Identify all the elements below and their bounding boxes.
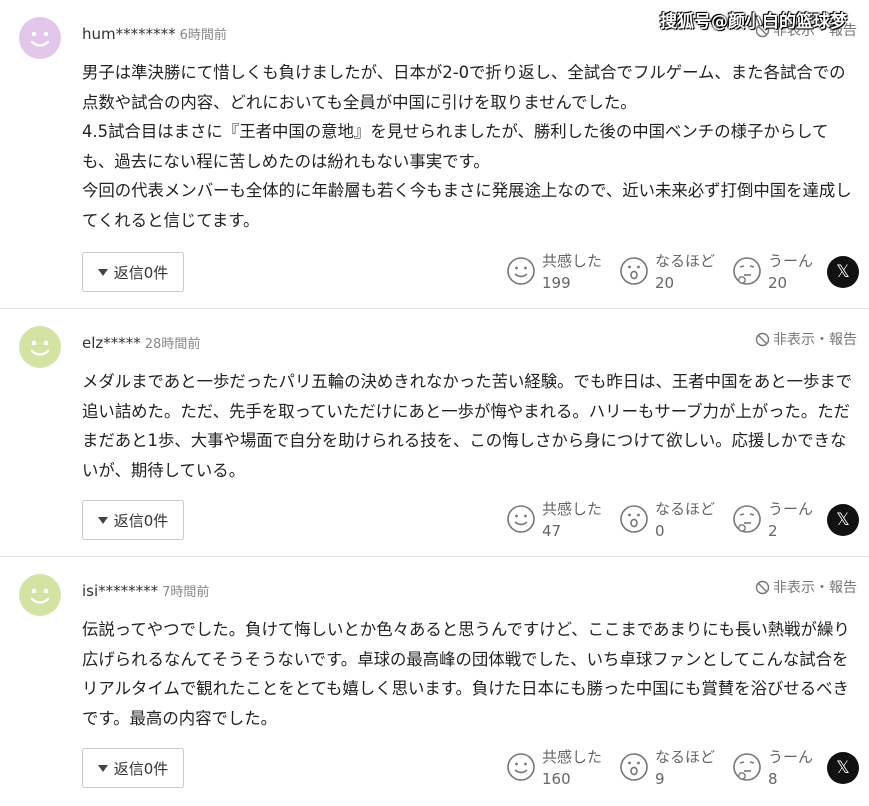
thinking-face-icon	[733, 257, 761, 285]
comment-time: 7時間前	[162, 585, 210, 600]
reaction-count: 0	[655, 522, 665, 540]
comment-user[interactable]: isi******** 7時間前	[82, 581, 209, 600]
reaction-insightful[interactable]: なるほど 9	[619, 746, 715, 790]
hide-report-link[interactable]: 非表示・報告	[755, 329, 857, 349]
reply-label: 返信0件	[113, 511, 169, 530]
comment-user[interactable]: hum******** 6時間前	[82, 24, 227, 43]
watermark: 搜狐号@颜小白的篮球梦	[660, 12, 847, 32]
reaction-label: 共感した	[542, 252, 603, 270]
reaction-empathy[interactable]: 共感した 160	[506, 746, 602, 790]
smile-face-icon	[507, 753, 535, 781]
triangle-down-icon	[97, 516, 108, 524]
reaction-label: 共感した	[542, 500, 603, 518]
reaction-empathy[interactable]: 共感した 47	[506, 498, 602, 542]
comment-user[interactable]: elz***** 28時間前	[82, 333, 200, 352]
reply-button[interactable]: 返信0件	[82, 252, 184, 292]
block-icon	[755, 332, 770, 346]
comment-body: 男子は準決勝にて惜しくも負けましたが、日本が2-0で折り返し、全試合でフルゲーム…	[82, 63, 852, 230]
hide-report-link[interactable]: 非表示・報告	[755, 577, 857, 597]
reaction-insightful[interactable]: なるほど 0	[619, 498, 715, 542]
reaction-label: なるほど	[655, 252, 716, 270]
avatar[interactable]	[19, 326, 61, 368]
comment-item: isi******** 7時間前 非表示・報告 伝説ってやつでした。負けて悔しいと…	[0, 557, 869, 806]
hide-report-label: 非表示・報告	[773, 580, 857, 596]
comment-item: hum******** 6時間前 非表示・報告 男子は準決勝にて惜しくも負けました…	[0, 0, 869, 309]
reply-button[interactable]: 返信0件	[82, 500, 184, 540]
reply-button[interactable]: 返信0件	[82, 748, 184, 788]
smile-face-icon	[507, 257, 535, 285]
reaction-hmm[interactable]: うーん 2	[732, 498, 813, 542]
block-icon	[755, 580, 770, 594]
reaction-hmm[interactable]: うーん 8	[732, 746, 813, 790]
reaction-label: うーん	[768, 748, 814, 766]
reaction-count: 47	[542, 522, 562, 540]
reaction-count: 20	[655, 274, 675, 292]
reaction-count: 199	[542, 274, 571, 292]
reaction-empathy[interactable]: 共感した 199	[506, 250, 602, 294]
x-share-button[interactable]: 𝕏	[827, 256, 859, 288]
username[interactable]: hum********	[82, 25, 176, 43]
triangle-down-icon	[97, 764, 108, 772]
surprised-face-icon	[620, 257, 648, 285]
comment-item: elz***** 28時間前 非表示・報告 メダルまであと一歩だったパリ五輪の決め…	[0, 309, 869, 557]
reaction-count: 160	[542, 770, 571, 788]
comment-time: 6時間前	[179, 28, 227, 43]
comment-body: 伝説ってやつでした。負けて悔しいとか色々あると思うんですけど、ここまであまりにも…	[82, 620, 850, 728]
triangle-down-icon	[97, 268, 108, 276]
x-icon: 𝕏	[836, 262, 850, 282]
x-icon: 𝕏	[836, 510, 850, 530]
hide-report-label: 非表示・報告	[773, 332, 857, 348]
username[interactable]: elz*****	[82, 334, 141, 352]
comment-time: 28時間前	[144, 337, 201, 352]
reaction-label: なるほど	[655, 748, 716, 766]
reaction-count: 2	[768, 522, 778, 540]
thinking-face-icon	[733, 753, 761, 781]
x-share-button[interactable]: 𝕏	[827, 504, 859, 536]
reaction-insightful[interactable]: なるほど 20	[619, 250, 715, 294]
reaction-label: 共感した	[542, 748, 603, 766]
avatar[interactable]	[19, 17, 61, 59]
username[interactable]: isi********	[82, 582, 158, 600]
surprised-face-icon	[620, 505, 648, 533]
reaction-count: 8	[768, 770, 778, 788]
x-icon: 𝕏	[836, 758, 850, 778]
avatar[interactable]	[19, 574, 61, 616]
reaction-label: なるほど	[655, 500, 716, 518]
reaction-count: 9	[655, 770, 665, 788]
comment-body: メダルまであと一歩だったパリ五輪の決めきれなかった苦い経験。でも昨日は、王者中国…	[82, 372, 853, 480]
reaction-label: うーん	[768, 252, 814, 270]
reply-label: 返信0件	[113, 263, 169, 282]
smile-face-icon	[507, 505, 535, 533]
reaction-count: 20	[768, 274, 788, 292]
reply-label: 返信0件	[113, 759, 169, 778]
reaction-hmm[interactable]: うーん 20	[732, 250, 813, 294]
surprised-face-icon	[620, 753, 648, 781]
x-share-button[interactable]: 𝕏	[827, 752, 859, 784]
thinking-face-icon	[733, 505, 761, 533]
reaction-label: うーん	[768, 500, 814, 518]
